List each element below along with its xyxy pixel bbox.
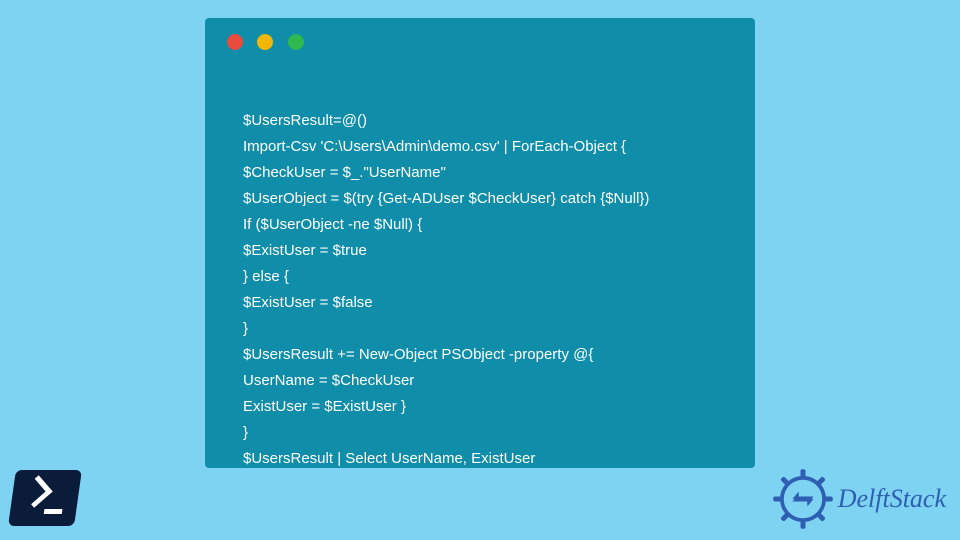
code-line: UserName = $CheckUser (243, 372, 414, 389)
code-line: $UsersResult=@() (243, 112, 367, 129)
code-line: $CheckUser = $_."UserName" (243, 164, 446, 181)
code-line: If ($UserObject -ne $Null) { (243, 216, 422, 233)
window-controls (227, 34, 314, 55)
code-line: $ExistUser = $false (243, 294, 373, 311)
code-line: $UsersResult += New-Object PSObject -pro… (243, 346, 593, 363)
maximize-dot-icon (288, 34, 304, 50)
code-line: $ExistUser = $true (243, 242, 367, 259)
code-window: $UsersResult=@() Import-Csv 'C:\Users\Ad… (205, 18, 755, 468)
underscore-icon (44, 509, 63, 514)
gear-badge-icon (772, 468, 834, 530)
code-line: $UserObject = $(try {Get-ADUser $CheckUs… (243, 190, 649, 207)
code-line: } else { (243, 268, 289, 285)
code-line: $UsersResult | Select UserName, ExistUse… (243, 450, 535, 467)
powershell-icon (8, 470, 82, 526)
code-line: } (243, 424, 248, 441)
code-line: } (243, 320, 248, 337)
brand-name: DelftStack (838, 484, 946, 514)
close-dot-icon (227, 34, 243, 50)
code-line: ExistUser = $ExistUser } (243, 398, 406, 415)
code-line: Import-Csv 'C:\Users\Admin\demo.csv' | F… (243, 138, 626, 155)
chevron-icon (20, 475, 53, 508)
code-body: $UsersResult=@() Import-Csv 'C:\Users\Ad… (243, 82, 735, 498)
minimize-dot-icon (257, 34, 273, 50)
delftstack-logo: DelftStack (772, 468, 946, 530)
